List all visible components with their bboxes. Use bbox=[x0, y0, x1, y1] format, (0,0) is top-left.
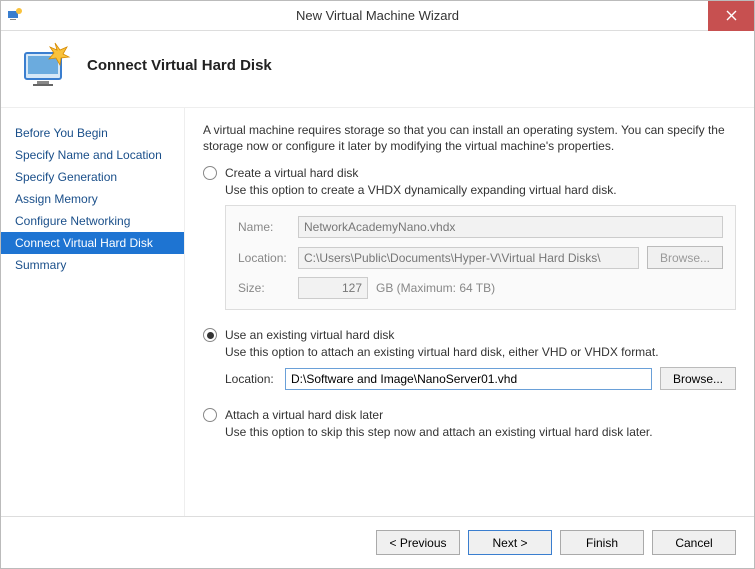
step-specify-name[interactable]: Specify Name and Location bbox=[1, 144, 184, 166]
wizard-footer: < Previous Next > Finish Cancel bbox=[1, 516, 754, 568]
previous-button[interactable]: < Previous bbox=[376, 530, 460, 555]
step-before-you-begin[interactable]: Before You Begin bbox=[1, 122, 184, 144]
radio-later-label: Attach a virtual hard disk later bbox=[225, 408, 383, 422]
option-create-desc: Use this option to create a VHDX dynamic… bbox=[225, 183, 736, 197]
option-later-desc: Use this option to skip this step now an… bbox=[225, 425, 736, 439]
radio-existing[interactable] bbox=[203, 328, 217, 342]
finish-button[interactable]: Finish bbox=[560, 530, 644, 555]
create-name-input bbox=[298, 216, 723, 238]
next-button[interactable]: Next > bbox=[468, 530, 552, 555]
create-fieldbox: Name: Location: Browse... Size: GB (Maxi… bbox=[225, 205, 736, 310]
wizard-sidebar: Before You Begin Specify Name and Locati… bbox=[1, 108, 184, 538]
wizard-header: Connect Virtual Hard Disk bbox=[1, 31, 754, 108]
window-title: New Virtual Machine Wizard bbox=[296, 8, 459, 23]
wizard-content: A virtual machine requires storage so th… bbox=[184, 108, 754, 538]
close-button[interactable] bbox=[708, 1, 754, 31]
close-icon bbox=[726, 10, 737, 21]
option-create: Create a virtual hard disk Use this opti… bbox=[203, 166, 736, 310]
step-configure-networking[interactable]: Configure Networking bbox=[1, 210, 184, 232]
monitor-icon bbox=[19, 41, 75, 89]
radio-existing-label: Use an existing virtual hard disk bbox=[225, 328, 394, 342]
create-size-input bbox=[298, 277, 368, 299]
radio-later[interactable] bbox=[203, 408, 217, 422]
radio-create-label: Create a virtual hard disk bbox=[225, 166, 358, 180]
create-location-label: Location: bbox=[238, 251, 298, 265]
create-name-label: Name: bbox=[238, 220, 298, 234]
create-browse-button: Browse... bbox=[647, 246, 723, 269]
radio-create[interactable] bbox=[203, 166, 217, 180]
option-later: Attach a virtual hard disk later Use thi… bbox=[203, 408, 736, 447]
existing-location-label: Location: bbox=[225, 372, 285, 386]
step-connect-vhd[interactable]: Connect Virtual Hard Disk bbox=[1, 232, 184, 254]
option-existing-desc: Use this option to attach an existing vi… bbox=[225, 345, 736, 359]
step-specify-generation[interactable]: Specify Generation bbox=[1, 166, 184, 188]
page-title: Connect Virtual Hard Disk bbox=[87, 57, 272, 74]
app-icon bbox=[7, 8, 23, 24]
intro-text: A virtual machine requires storage so th… bbox=[203, 122, 736, 154]
existing-location-input[interactable] bbox=[285, 368, 652, 390]
step-summary[interactable]: Summary bbox=[1, 254, 184, 276]
title-bar: New Virtual Machine Wizard bbox=[1, 1, 754, 31]
existing-fieldrow: Location: Browse... bbox=[225, 367, 736, 390]
cancel-button[interactable]: Cancel bbox=[652, 530, 736, 555]
option-existing: Use an existing virtual hard disk Use th… bbox=[203, 328, 736, 390]
step-assign-memory[interactable]: Assign Memory bbox=[1, 188, 184, 210]
create-size-unit: GB (Maximum: 64 TB) bbox=[376, 281, 495, 295]
create-size-label: Size: bbox=[238, 281, 298, 295]
create-location-input bbox=[298, 247, 639, 269]
existing-browse-button[interactable]: Browse... bbox=[660, 367, 736, 390]
wizard-body: Before You Begin Specify Name and Locati… bbox=[1, 108, 754, 538]
